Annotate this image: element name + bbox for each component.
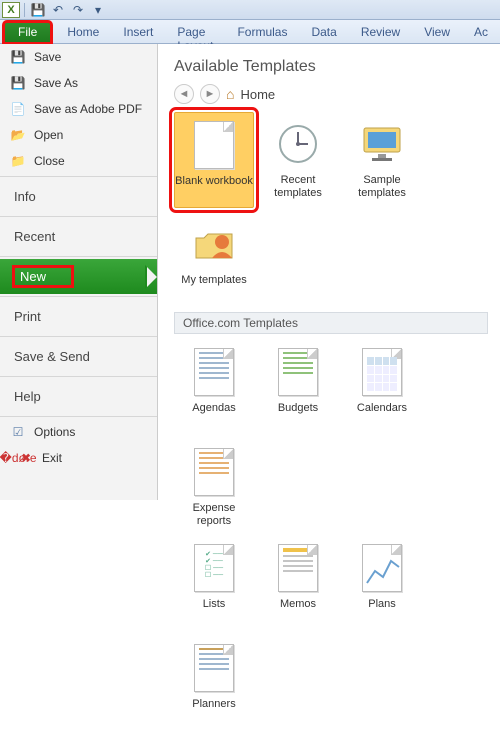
tab-more[interactable]: Ac <box>462 20 500 43</box>
sidebar-new[interactable]: New <box>0 259 157 294</box>
template-planners[interactable]: Planners <box>174 636 254 732</box>
sidebar-info[interactable]: Info <box>0 179 157 214</box>
sidebar-print[interactable]: Print <box>0 299 157 334</box>
sidebar-exit[interactable]: �døre ✖ Exit <box>0 445 157 471</box>
sidebar-save-as[interactable]: 💾 Save As <box>0 70 157 96</box>
clock-icon <box>276 122 320 166</box>
template-expense-reports[interactable]: Expense reports <box>174 440 254 536</box>
template-label: Blank workbook <box>175 175 253 188</box>
sidebar-save-pdf[interactable]: 📄 Save as Adobe PDF <box>0 96 157 122</box>
tab-file[interactable]: File <box>4 22 51 43</box>
breadcrumb-label[interactable]: Home <box>240 87 275 102</box>
quick-access-toolbar: X 💾 ↶ ↷ ▾ <box>0 0 500 20</box>
template-my[interactable]: My templates <box>174 212 254 308</box>
template-budgets[interactable]: Budgets <box>258 340 338 436</box>
template-label: Calendars <box>357 402 407 415</box>
sidebar-item-label: Save <box>34 50 61 64</box>
chart-icon <box>363 545 403 593</box>
template-label: Agendas <box>192 402 235 415</box>
qat-dropdown-icon[interactable]: ▾ <box>89 2 107 18</box>
nav-forward-button[interactable]: ► <box>200 84 220 104</box>
sidebar-item-label: Save As <box>34 76 78 90</box>
tab-insert[interactable]: Insert <box>111 20 165 43</box>
user-folder-icon <box>192 222 236 266</box>
pdf-icon: 📄 <box>10 101 26 117</box>
template-calendars[interactable]: Calendars <box>342 340 422 436</box>
redo-icon[interactable]: ↷ <box>69 2 87 18</box>
ribbon-tabs: File Home Insert Page Layout Formulas Da… <box>0 20 500 44</box>
template-lists[interactable]: ✔ ──✔ ──☐ ──☐ ── Lists <box>174 536 254 632</box>
tab-page-layout[interactable]: Page Layout <box>165 20 225 43</box>
template-agendas[interactable]: Agendas <box>174 340 254 436</box>
monitor-icon <box>358 122 406 166</box>
tab-view[interactable]: View <box>412 20 462 43</box>
sidebar-item-label: Save as Adobe PDF <box>34 102 142 116</box>
excel-app-icon[interactable]: X <box>2 2 20 18</box>
exit-icon: ✖ <box>18 450 34 466</box>
sidebar-item-label: Exit <box>42 451 62 465</box>
sidebar-item-label: New <box>20 269 46 284</box>
section-office-templates: Office.com Templates <box>174 312 488 334</box>
sidebar-save[interactable]: 💾 Save <box>0 44 157 70</box>
sidebar-open[interactable]: 📂 Open <box>0 122 157 148</box>
tab-formulas[interactable]: Formulas <box>225 20 299 43</box>
sidebar-close[interactable]: 📁 Close <box>0 148 157 174</box>
tab-review[interactable]: Review <box>349 20 412 43</box>
template-label: Memos <box>280 598 316 611</box>
template-blank-workbook[interactable]: Blank workbook <box>174 112 254 208</box>
breadcrumb: ◄ ► ⌂ Home <box>174 84 488 104</box>
sidebar-recent[interactable]: Recent <box>0 219 157 254</box>
tab-data[interactable]: Data <box>299 20 348 43</box>
sidebar-help[interactable]: Help <box>0 379 157 414</box>
template-label: Lists <box>203 598 226 611</box>
sidebar-item-label: Open <box>34 128 63 142</box>
close-doc-icon: 📁 <box>10 153 26 169</box>
options-icon: ☑ <box>10 424 26 440</box>
home-icon[interactable]: ⌂ <box>226 86 234 102</box>
template-label: My templates <box>181 274 246 287</box>
template-sample[interactable]: Sample templates <box>342 112 422 208</box>
sidebar-item-label: Options <box>34 425 75 439</box>
template-memos[interactable]: Memos <box>258 536 338 632</box>
undo-icon[interactable]: ↶ <box>49 2 67 18</box>
save-icon: 💾 <box>10 49 26 65</box>
folder-open-icon: 📂 <box>10 127 26 143</box>
save-icon[interactable]: 💾 <box>29 2 47 18</box>
template-label: Recent templates <box>258 174 338 199</box>
template-label: Sample templates <box>342 174 422 199</box>
nav-back-button[interactable]: ◄ <box>174 84 194 104</box>
template-label: Budgets <box>278 402 318 415</box>
backstage-sidebar: 💾 Save 💾 Save As 📄 Save as Adobe PDF 📂 O… <box>0 44 158 500</box>
template-label: Expense reports <box>174 502 254 527</box>
page-title: Available Templates <box>174 58 488 76</box>
save-as-icon: 💾 <box>10 75 26 91</box>
template-label: Planners <box>192 698 235 711</box>
templates-pane: Available Templates ◄ ► ⌂ Home Blank wor… <box>158 44 500 500</box>
tab-home[interactable]: Home <box>55 20 111 43</box>
sidebar-options[interactable]: ☑ Options <box>0 419 157 445</box>
template-label: Plans <box>368 598 396 611</box>
sidebar-save-send[interactable]: Save & Send <box>0 339 157 374</box>
template-plans[interactable]: Plans <box>342 536 422 632</box>
sidebar-item-label: Close <box>34 154 65 168</box>
template-recent[interactable]: Recent templates <box>258 112 338 208</box>
